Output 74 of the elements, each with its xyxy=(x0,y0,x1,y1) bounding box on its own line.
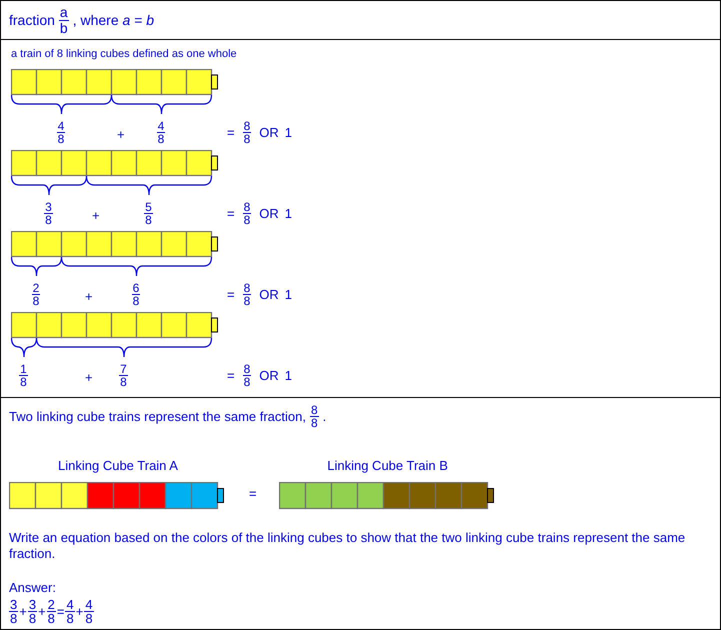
or-text: OR xyxy=(259,205,279,224)
intro-text: Two linking cube trains represent the same fraction, xyxy=(9,408,306,426)
numerator: 2 xyxy=(46,598,56,612)
whole-value: 1 xyxy=(284,124,292,142)
denominator: 8 xyxy=(66,612,74,626)
numerator: 4 xyxy=(65,598,75,612)
operator: + xyxy=(38,602,46,621)
denominator: 8 xyxy=(244,133,250,146)
numerator: 3 xyxy=(44,200,53,214)
or-text: OR xyxy=(259,286,279,304)
equals-sign: = xyxy=(227,124,235,142)
cube-connector xyxy=(486,488,494,503)
numerator: 1 xyxy=(19,362,28,376)
numerator: 3 xyxy=(28,598,38,612)
denominator: 8 xyxy=(244,295,250,308)
equals-sign: = xyxy=(249,485,257,504)
denominator: 8 xyxy=(145,214,152,227)
denominator: 8 xyxy=(310,417,318,430)
denominator: 8 xyxy=(10,612,18,626)
numerator: 4 xyxy=(84,598,94,612)
denominator: 8 xyxy=(45,214,52,227)
cube-connector xyxy=(211,155,218,170)
heading-text: fraction xyxy=(9,10,55,30)
whole-value: 1 xyxy=(284,367,292,386)
equals-sign: = xyxy=(227,367,235,386)
denominator: 8 xyxy=(244,214,250,227)
cube-connector xyxy=(211,317,218,332)
train-label: Linking Cube Train A xyxy=(58,457,178,476)
equals-sign: = xyxy=(227,205,235,224)
heading-text: , where a = b xyxy=(72,10,154,30)
denominator: 8 xyxy=(48,612,55,626)
numerator: 8 xyxy=(242,282,252,296)
question-text: Write an equation based on the colors of the linking cubes to show that the two linking cube trains represent the same fraction. xyxy=(9,530,686,562)
numerator: 8 xyxy=(242,362,252,376)
plus-sign: + xyxy=(85,288,93,306)
numerator: 7 xyxy=(119,362,128,376)
denominator: 8 xyxy=(158,133,164,146)
numerator: 3 xyxy=(9,598,18,612)
whole-value: 1 xyxy=(284,286,292,304)
cube-connector xyxy=(211,236,218,252)
numerator: 8 xyxy=(242,200,252,214)
caption: a train of 8 linking cubes defined as one whole xyxy=(11,47,238,62)
cube-connector xyxy=(217,488,224,503)
denominator: 8 xyxy=(58,133,64,146)
operator: = xyxy=(56,602,64,621)
denominator: 8 xyxy=(20,376,27,389)
numerator: 4 xyxy=(56,120,66,134)
numerator: 2 xyxy=(32,282,40,296)
denominator: 8 xyxy=(85,612,93,626)
equals-sign: = xyxy=(227,286,235,304)
plus-sign: + xyxy=(92,206,100,225)
cube-connector xyxy=(211,74,218,90)
denominator: 8 xyxy=(244,376,250,389)
numerator: a xyxy=(58,5,69,21)
plus-sign: + xyxy=(117,126,125,144)
denominator: 8 xyxy=(120,376,127,389)
plus-sign: + xyxy=(85,368,93,387)
denominator: 8 xyxy=(28,612,36,626)
numerator: 8 xyxy=(242,120,252,134)
whole-value: 1 xyxy=(284,205,292,224)
numerator: 8 xyxy=(310,404,319,418)
period: . xyxy=(322,408,326,426)
denominator: 8 xyxy=(132,295,140,308)
numerator: 5 xyxy=(144,200,153,214)
train-label: Linking Cube Train B xyxy=(327,457,448,476)
operator: + xyxy=(76,602,84,621)
numerator: 4 xyxy=(156,120,166,134)
numerator: 6 xyxy=(132,282,140,296)
or-text: OR xyxy=(259,124,279,142)
answer-label: Answer: xyxy=(9,579,57,598)
denominator: b xyxy=(60,20,68,36)
denominator: 8 xyxy=(32,295,40,308)
or-text: OR xyxy=(259,367,279,386)
operator: + xyxy=(19,602,27,621)
